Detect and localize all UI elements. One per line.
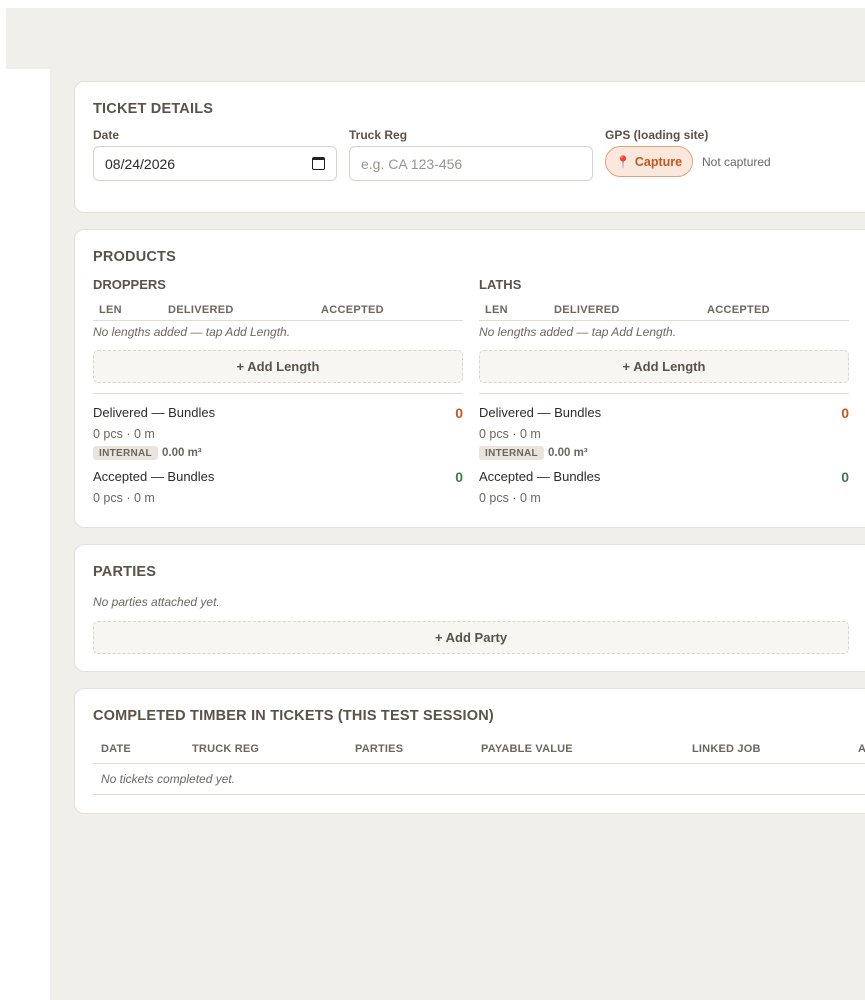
droppers-delivered-label: Delivered — Bundles <box>93 405 216 420</box>
laths-accepted-meta: 0 pcs · 0 m <box>479 491 541 505</box>
laths-header-divider <box>479 320 849 321</box>
droppers-empty-note: No lengths added — tap Add Length. <box>93 325 291 339</box>
truck-reg-input[interactable]: e.g. CA 123-456 <box>349 146 593 181</box>
col-parties: PARTIES <box>355 743 404 755</box>
laths-summary-divider <box>479 393 849 394</box>
droppers-header-divider <box>93 320 463 321</box>
laths-empty-note: No lengths added — tap Add Length. <box>479 325 677 339</box>
laths-accepted-value: 0 <box>841 469 849 485</box>
laths-delivered-label: Delivered — Bundles <box>479 405 602 420</box>
parties-empty-note: No parties attached yet. <box>93 595 220 609</box>
parties-card: PARTIES No parties attached yet. + Add P… <box>74 544 865 672</box>
products-title: PRODUCTS <box>93 249 176 265</box>
col-truck-reg: TRUCK REG <box>192 743 260 755</box>
ticket-details-card: TICKET DETAILS Date 08/24/2026 Truck Reg… <box>74 81 865 213</box>
col-payable-value: PAYABLE VALUE <box>481 743 573 755</box>
products-card: PRODUCTS DROPPERS LEN DELIVERED ACCEPTED… <box>74 229 865 528</box>
table-bottom-divider <box>93 794 865 795</box>
calendar-icon[interactable] <box>312 157 325 170</box>
gps-capture-button[interactable]: 📍 Capture <box>605 146 693 177</box>
completed-tickets-card: COMPLETED TIMBER IN TICKETS (THIS TEST S… <box>74 688 865 814</box>
date-label: Date <box>93 128 120 142</box>
completed-tickets-title: COMPLETED TIMBER IN TICKETS (THIS TEST S… <box>93 708 494 724</box>
droppers-col-delivered: DELIVERED <box>168 304 234 316</box>
table-header-divider <box>93 763 865 764</box>
droppers-accepted-label: Accepted — Bundles <box>93 469 215 484</box>
droppers-delivered-value: 0 <box>455 405 463 421</box>
col-truncated: A <box>858 743 865 755</box>
date-value: 08/24/2026 <box>105 155 176 172</box>
truck-reg-placeholder: e.g. CA 123-456 <box>361 155 463 172</box>
col-date: DATE <box>101 743 131 755</box>
location-pin-icon: 📍 <box>615 154 631 169</box>
laths-col-len: LEN <box>485 304 508 316</box>
date-input[interactable]: 08/24/2026 <box>93 146 337 181</box>
completed-empty-note: No tickets completed yet. <box>101 772 236 786</box>
droppers-internal-badge: INTERNAL <box>93 446 158 460</box>
truck-reg-label: Truck Reg <box>349 128 408 142</box>
droppers-accepted-value: 0 <box>455 469 463 485</box>
laths-add-length-button[interactable]: + Add Length <box>479 350 849 383</box>
droppers-col-accepted: ACCEPTED <box>321 304 384 316</box>
droppers-title: DROPPERS <box>93 277 166 292</box>
ticket-details-title: TICKET DETAILS <box>93 101 214 117</box>
gps-label: GPS (loading site) <box>605 128 709 142</box>
droppers-internal-volume: 0.00 m³ <box>162 447 202 459</box>
droppers-summary-divider <box>93 393 463 394</box>
col-linked-job: LINKED JOB <box>692 743 761 755</box>
laths-internal-volume: 0.00 m³ <box>548 447 588 459</box>
droppers-delivered-meta: 0 pcs · 0 m <box>93 427 155 441</box>
droppers-accepted-meta: 0 pcs · 0 m <box>93 491 155 505</box>
droppers-add-length-button[interactable]: + Add Length <box>93 350 463 383</box>
laths-internal-badge: INTERNAL <box>479 446 544 460</box>
droppers-col-len: LEN <box>99 304 122 316</box>
laths-delivered-value: 0 <box>841 405 849 421</box>
gps-status: Not captured <box>702 155 771 169</box>
capture-label: Capture <box>634 154 683 169</box>
add-party-button[interactable]: + Add Party <box>93 621 849 654</box>
laths-delivered-meta: 0 pcs · 0 m <box>479 427 541 441</box>
parties-title: PARTIES <box>93 564 157 580</box>
laths-accepted-label: Accepted — Bundles <box>479 469 601 484</box>
laths-col-delivered: DELIVERED <box>554 304 620 316</box>
top-header-band <box>6 8 865 69</box>
laths-title: LATHS <box>479 277 522 292</box>
laths-col-accepted: ACCEPTED <box>707 304 770 316</box>
